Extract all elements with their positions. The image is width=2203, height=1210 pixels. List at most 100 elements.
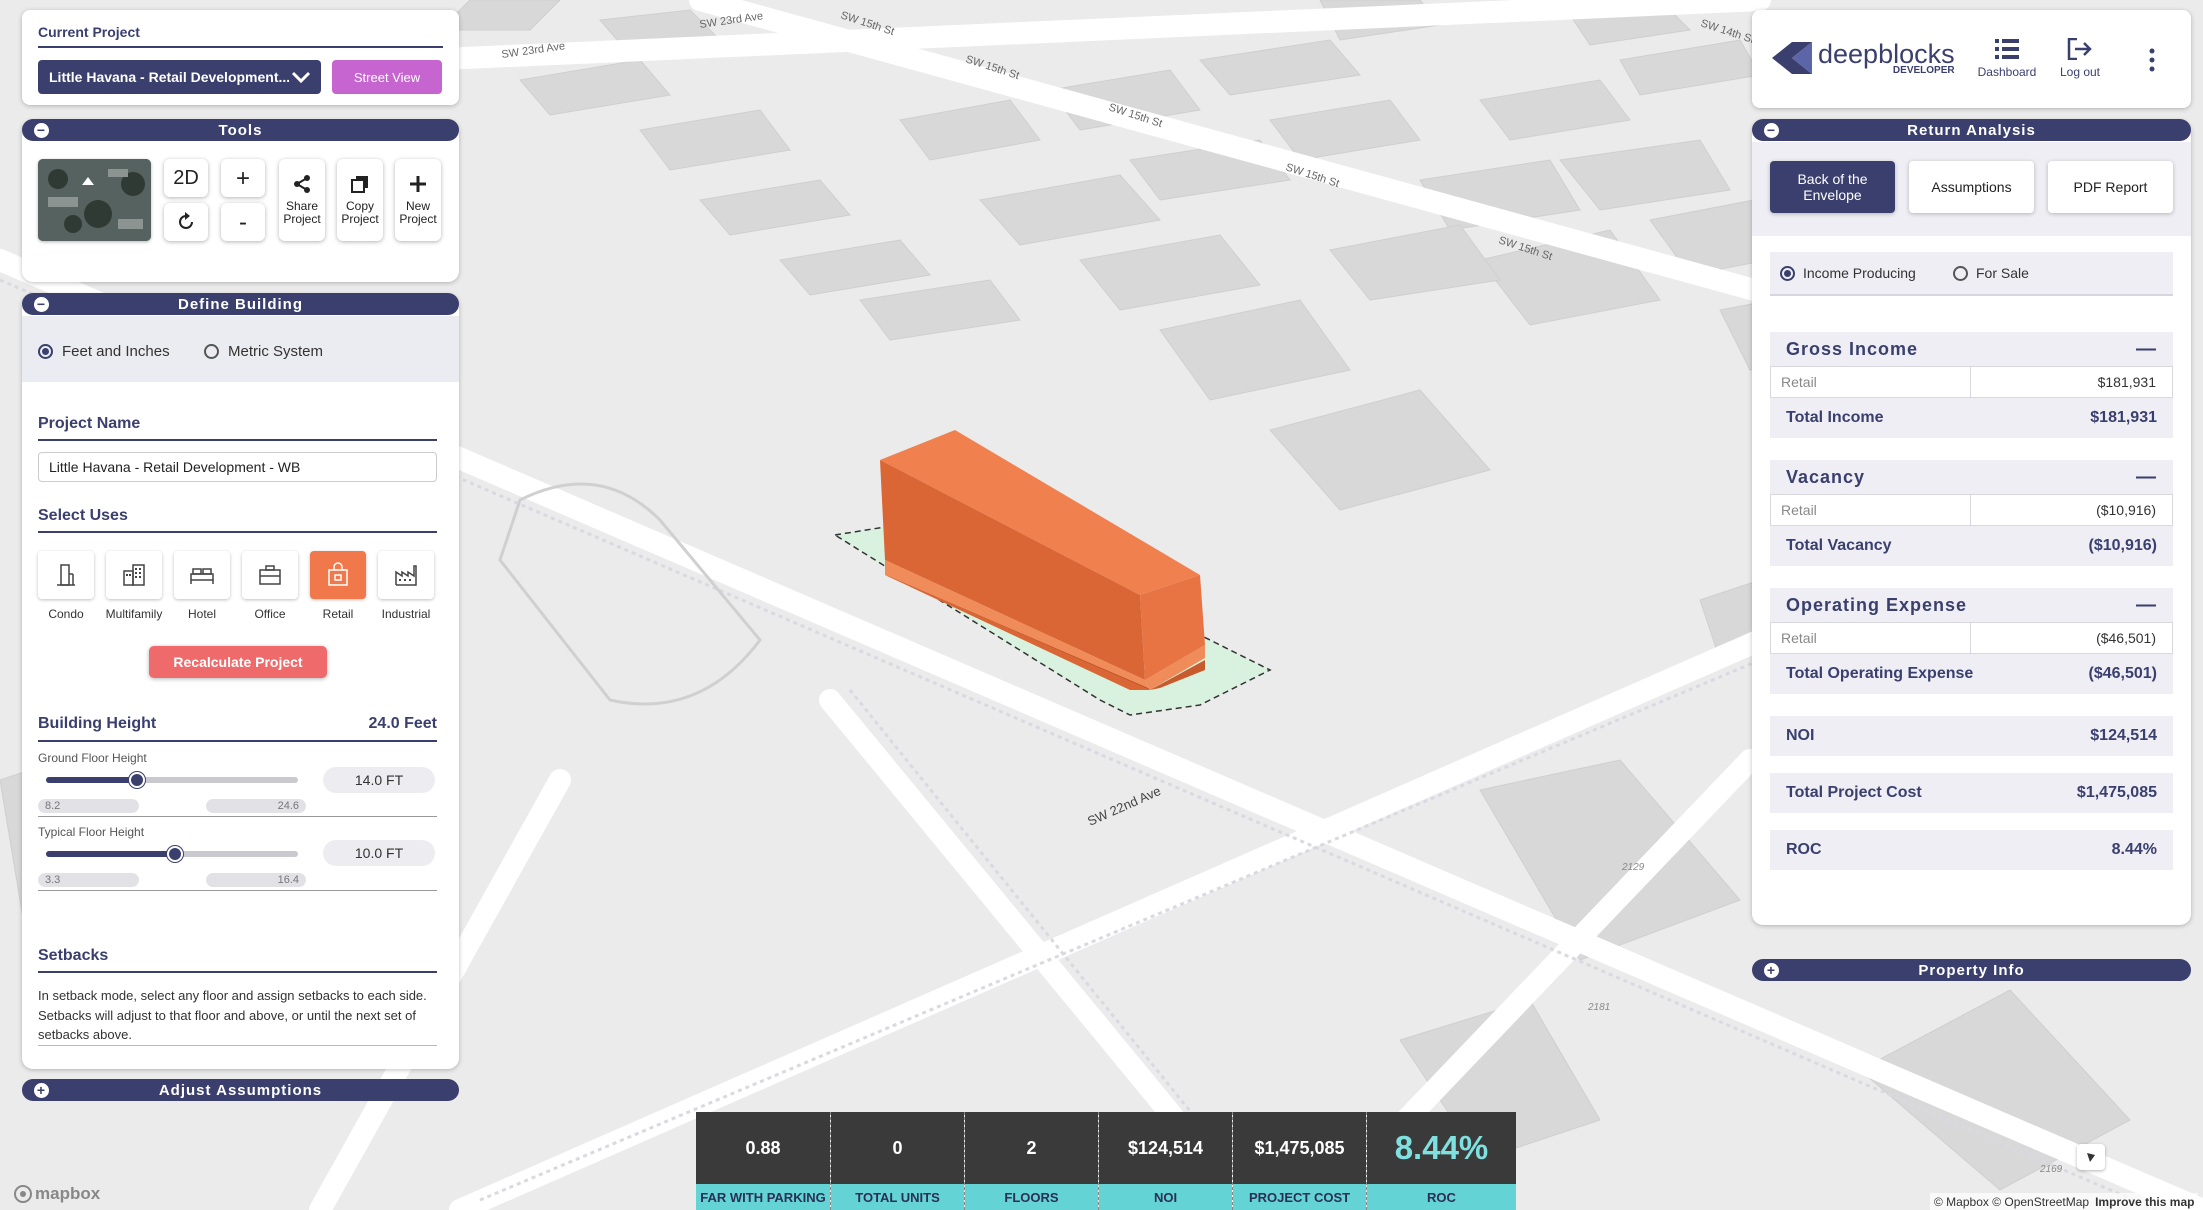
metric-label: NOI xyxy=(1099,1184,1232,1210)
logout-label: Log out xyxy=(2059,65,2101,79)
dashboard-button[interactable]: Dashboard xyxy=(1974,38,2040,79)
define-building-header[interactable]: − Define Building xyxy=(22,293,459,315)
ground-floor-slider-fill xyxy=(46,777,137,783)
table-row: Retail ($46,501) xyxy=(1770,622,2173,654)
logout-button[interactable]: Log out xyxy=(2052,37,2108,79)
collapse-dash-icon[interactable]: — xyxy=(2136,466,2157,489)
expand-icon[interactable]: + xyxy=(34,1083,49,1098)
tab-pdf-report[interactable]: PDF Report xyxy=(2048,161,2173,213)
condo-icon xyxy=(57,564,75,586)
total-row: Total Income $181,931 xyxy=(1770,398,2173,438)
select-uses-label: Select Uses xyxy=(38,507,437,533)
ground-floor-max: 24.6 xyxy=(206,799,306,813)
current-project-label: Current Project xyxy=(38,24,140,40)
street-view-button[interactable]: Street View xyxy=(332,60,442,94)
shopping-bag-icon xyxy=(328,562,348,586)
minimap-thumbnail[interactable] xyxy=(38,159,151,241)
income-producing-radio[interactable]: Income Producing xyxy=(1780,265,1916,281)
collapse-icon[interactable]: − xyxy=(34,297,49,312)
ground-floor-min: 8.2 xyxy=(38,799,139,813)
property-info-title: Property Info xyxy=(1918,961,2025,979)
metric-value: 0.88 xyxy=(696,1112,830,1184)
2d-toggle-button[interactable]: 2D xyxy=(164,159,208,197)
ground-floor-label: Ground Floor Height xyxy=(38,751,147,765)
adjust-assumptions-header[interactable]: + Adjust Assumptions xyxy=(22,1079,459,1101)
define-building-title: Define Building xyxy=(178,295,303,313)
ground-floor-value[interactable]: 14.0 FT xyxy=(323,767,435,793)
use-industrial[interactable] xyxy=(378,551,434,599)
zoom-in-button[interactable]: + xyxy=(221,159,265,197)
factory-icon xyxy=(395,565,417,586)
collapse-icon[interactable]: − xyxy=(34,123,49,138)
deepblocks-logo[interactable]: deepblocks DEVELOPER xyxy=(1770,40,1955,76)
typical-floor-value[interactable]: 10.0 FT xyxy=(323,840,435,866)
metric-project-cost: $1,475,085 PROJECT COST xyxy=(1232,1112,1366,1210)
gross-income-section: Gross Income — Retail $181,931 Total Incom… xyxy=(1770,332,2173,438)
collapse-dash-icon[interactable]: — xyxy=(2136,338,2157,361)
typical-floor-slider-thumb[interactable] xyxy=(166,846,183,862)
collapse-dash-icon[interactable]: — xyxy=(2136,594,2157,617)
setbacks-label: Setbacks xyxy=(38,947,437,973)
use-retail[interactable] xyxy=(310,551,366,599)
use-office[interactable] xyxy=(242,551,298,599)
metric-value: 8.44% xyxy=(1367,1112,1516,1184)
tools-header[interactable]: − Tools xyxy=(22,119,459,141)
more-options-icon[interactable] xyxy=(2147,47,2157,73)
expand-icon[interactable]: + xyxy=(1764,963,1779,978)
header-panel: deepblocks DEVELOPER Dashboard Log out xyxy=(1752,10,2191,108)
tab-label: Back of the Envelope xyxy=(1797,171,1868,203)
rotate-button[interactable] xyxy=(164,203,208,241)
section-title: Operating Expense xyxy=(1786,594,1968,615)
unit-feet-radio[interactable]: Feet and Inches xyxy=(38,343,170,360)
ground-floor-slider-thumb[interactable] xyxy=(128,772,145,788)
building-height-label: Building Height xyxy=(38,715,157,732)
total-row: Total Vacancy ($10,916) xyxy=(1770,526,2173,566)
metric-label: PROJECT COST xyxy=(1233,1184,1366,1210)
metric-units: 0 TOTAL UNITS xyxy=(830,1112,964,1210)
collapse-icon[interactable]: − xyxy=(1764,123,1779,138)
tools-title: Tools xyxy=(218,121,263,139)
metric-label: ROC xyxy=(1367,1184,1516,1210)
share-project-button[interactable]: Share Project xyxy=(279,159,325,241)
use-label: Condo xyxy=(48,607,84,621)
mapbox-logo[interactable]: mapbox xyxy=(14,1184,100,1204)
noi-row: NOI $124,514 xyxy=(1770,716,2173,756)
use-hotel[interactable] xyxy=(174,551,230,599)
metric-roc: 8.44% ROC xyxy=(1366,1112,1516,1210)
share-icon xyxy=(294,175,310,193)
uses-selector: Condo Multifamily Hotel Office Retail In… xyxy=(38,551,438,631)
multifamily-icon xyxy=(123,564,145,586)
compass-button[interactable] xyxy=(2077,1144,2105,1170)
typical-floor-label: Typical Floor Height xyxy=(38,825,145,839)
metric-value: 0 xyxy=(831,1112,964,1184)
property-info-header[interactable]: + Property Info xyxy=(1752,959,2191,981)
lot-label: 2129 xyxy=(1621,862,1645,873)
project-name-input[interactable] xyxy=(38,452,437,482)
typical-floor-min: 3.3 xyxy=(38,873,139,887)
copy-project-button[interactable]: Copy Project xyxy=(337,159,383,241)
return-analysis-header[interactable]: − Return Analysis xyxy=(1752,119,2191,141)
dashboard-label: Dashboard xyxy=(1977,65,2037,79)
use-multifamily[interactable] xyxy=(106,551,162,599)
use-condo[interactable] xyxy=(38,551,94,599)
unit-metric-radio[interactable]: Metric System xyxy=(204,343,323,360)
lot-label: 2181 xyxy=(1587,1002,1610,1013)
recalculate-button[interactable]: Recalculate Project xyxy=(149,646,327,678)
project-cost-row: Total Project Cost $1,475,085 xyxy=(1770,773,2173,813)
for-sale-radio[interactable]: For Sale xyxy=(1953,265,2029,281)
vacancy-section: Vacancy — Retail ($10,916) Total Vacancy ($… xyxy=(1770,460,2173,566)
tab-assumptions[interactable]: Assumptions xyxy=(1909,161,2034,213)
project-select[interactable]: Little Havana - Retail Development... xyxy=(38,60,321,94)
use-label: Industrial xyxy=(381,607,431,621)
logo-text: deepblocks xyxy=(1818,39,1955,69)
new-project-button[interactable]: New Project xyxy=(395,159,441,241)
share-label: Share Project xyxy=(283,199,321,226)
chevron-down-icon xyxy=(291,71,311,84)
metric-far: 0.88 FAR WITH PARKING xyxy=(696,1112,830,1210)
setbacks-description: In setback mode, select any floor and as… xyxy=(38,988,427,1042)
metric-floors: 2 FLOORS xyxy=(964,1112,1098,1210)
metric-label: FAR WITH PARKING xyxy=(696,1184,830,1210)
operating-expense-section: Operating Expense — Retail ($46,501) Total… xyxy=(1770,588,2173,694)
tab-back-of-envelope[interactable]: Back of the Envelope xyxy=(1770,161,1895,213)
zoom-out-button[interactable]: - xyxy=(221,203,265,241)
